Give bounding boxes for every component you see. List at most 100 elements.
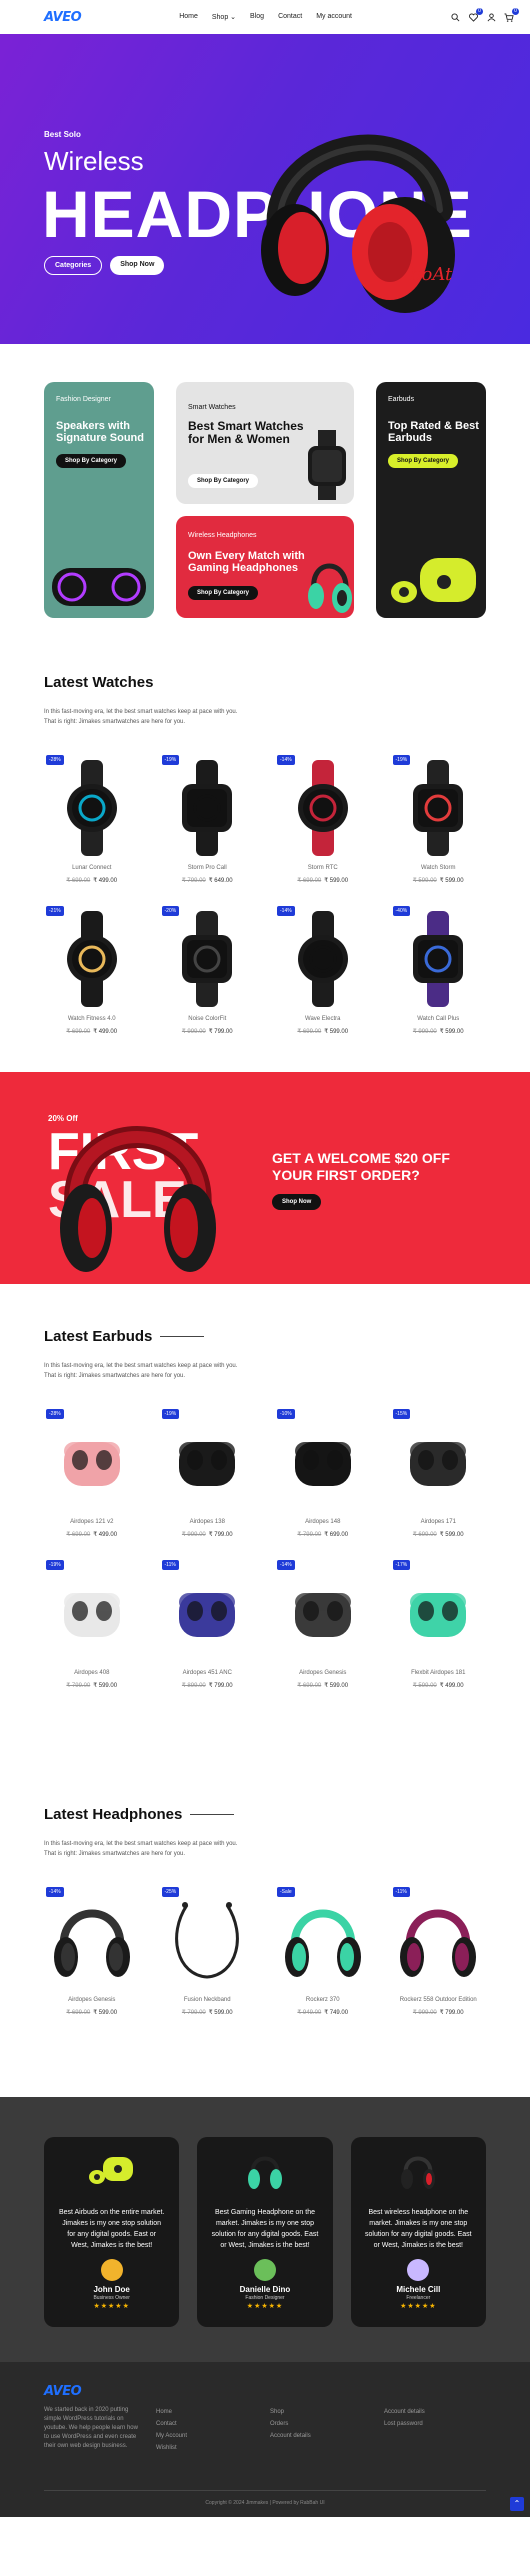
smartwatch-image xyxy=(308,430,346,500)
old-price: ₹ 799.00 xyxy=(66,1683,91,1689)
hero-shop-now-button[interactable]: Shop Now xyxy=(110,256,165,275)
product-image[interactable]: -25% xyxy=(160,1885,256,1995)
product-card[interactable]: -17% Flexbit Airdopes 181 ₹ 599.00 ₹ 499.… xyxy=(391,1558,487,1689)
product-card[interactable]: -14% Airdopes Genesis ₹ 699.00 ₹ 599.00 xyxy=(275,1558,371,1689)
wishlist-heart-icon[interactable]: 0 xyxy=(468,8,483,22)
product-name[interactable]: Airdopes 121 v2 xyxy=(44,1519,140,1525)
shop-by-category-button[interactable]: Shop By Category xyxy=(188,474,259,488)
product-name[interactable]: Storm RTC xyxy=(275,865,371,871)
product-card[interactable]: -19% Airdopes 138 ₹ 999.00 ₹ 799.00 xyxy=(160,1407,256,1538)
product-name[interactable]: Lunar Connect xyxy=(44,865,140,871)
product-name[interactable]: Watch Storm xyxy=(391,865,487,871)
product-image[interactable]: -11% xyxy=(160,1558,256,1668)
product-image[interactable]: -11% xyxy=(391,1885,487,1995)
product-image[interactable]: -19% xyxy=(160,1407,256,1517)
scroll-to-top-button[interactable]: ⌃ xyxy=(510,2497,524,2511)
footer-link[interactable]: Account details xyxy=(270,2430,311,2442)
product-card[interactable]: -14% Airdopes Genesis ₹ 699.00 ₹ 599.00 xyxy=(44,1885,140,2016)
product-card[interactable]: -40% Watch Call Plus ₹ 999.00 ₹ 599.00 xyxy=(391,904,487,1035)
product-card[interactable]: -11% Airdopes 451 ANC ₹ 899.00 ₹ 799.00 xyxy=(160,1558,256,1689)
categories-button[interactable]: Categories xyxy=(44,256,103,275)
footer-logo[interactable]: AVEO xyxy=(44,2384,82,2399)
user-icon[interactable] xyxy=(486,12,496,22)
footer-link[interactable]: Shop xyxy=(270,2406,311,2418)
product-card[interactable]: -14% Storm RTC ₹ 699.00 ₹ 599.00 xyxy=(275,753,371,884)
product-card[interactable]: -28% Airdopes 121 v2 ₹ 699.00 ₹ 499.00 xyxy=(44,1407,140,1538)
shop-by-category-button[interactable]: Shop By Category xyxy=(188,586,259,600)
product-name[interactable]: Rockerz 370 xyxy=(275,1997,371,2003)
footer-link[interactable]: My Account xyxy=(156,2430,187,2442)
product-card[interactable]: -10% Airdopes 148 ₹ 799.00 ₹ 699.00 xyxy=(275,1407,371,1538)
product-image[interactable]: -14% xyxy=(275,904,371,1014)
product-card[interactable]: -28% Lunar Connect ₹ 699.00 ₹ 499.00 xyxy=(44,753,140,884)
earbuds-image xyxy=(391,558,476,603)
product-image[interactable]: -17% xyxy=(391,1558,487,1668)
product-name[interactable]: Rockerz 558 Outdoor Edition xyxy=(391,1997,487,2003)
nav-blog[interactable]: Blog xyxy=(250,13,264,21)
product-name[interactable]: Fusion Neckband xyxy=(160,1997,256,2003)
product-card[interactable]: -11% Rockerz 558 Outdoor Edition ₹ 999.0… xyxy=(391,1885,487,2016)
footer-link[interactable]: Orders xyxy=(270,2418,311,2430)
product-image[interactable]: -14% xyxy=(44,1885,140,1995)
product-image[interactable]: -19% xyxy=(44,1558,140,1668)
nav-my-account[interactable]: My account xyxy=(316,13,352,21)
product-name[interactable]: Airdopes Genesis xyxy=(44,1997,140,2003)
category-cards: Fashion Designer Speakers with Signature… xyxy=(0,344,530,674)
product-name[interactable]: Airdopes 408 xyxy=(44,1670,140,1676)
product-name[interactable]: Watch Call Plus xyxy=(391,1016,487,1022)
product-card[interactable]: -21% Watch Fitness 4.0 ₹ 699.00 ₹ 499.00 xyxy=(44,904,140,1035)
footer-link[interactable]: Contact xyxy=(156,2418,187,2430)
product-card[interactable]: -20% Noise ColorFit ₹ 999.00 ₹ 799.00 xyxy=(160,904,256,1035)
product-card[interactable]: -25% Fusion Neckband ₹ 799.00 ₹ 599.00 xyxy=(160,1885,256,2016)
product-image[interactable]: -28% xyxy=(44,1407,140,1517)
product-card[interactable]: -19% Airdopes 408 ₹ 799.00 ₹ 599.00 xyxy=(44,1558,140,1689)
product-image[interactable]: -10% xyxy=(275,1407,371,1517)
product-card[interactable]: -15% Airdopes 171 ₹ 699.00 ₹ 599.00 xyxy=(391,1407,487,1538)
product-name[interactable]: Airdopes 171 xyxy=(391,1519,487,1525)
product-name[interactable]: Flexbit Airdopes 181 xyxy=(391,1670,487,1676)
product-image[interactable]: -20% xyxy=(160,904,256,1014)
product-name[interactable]: Airdopes 451 ANC xyxy=(160,1670,256,1676)
product-name[interactable]: Noise ColorFit xyxy=(160,1016,256,1022)
product-name[interactable]: Airdopes 138 xyxy=(160,1519,256,1525)
footer-link[interactable]: Wishlist xyxy=(156,2442,187,2454)
nav-shop[interactable]: Shop ⌄ xyxy=(212,13,236,21)
footer-link[interactable]: Home xyxy=(156,2406,187,2418)
product-name[interactable]: Airdopes Genesis xyxy=(275,1670,371,1676)
product-name[interactable]: Watch Fitness 4.0 xyxy=(44,1016,140,1022)
product-image[interactable]: -19% xyxy=(160,753,256,863)
site-logo[interactable]: AVEO xyxy=(44,10,82,25)
section-title: Latest Earbuds xyxy=(44,1328,486,1345)
shop-by-category-button[interactable]: Shop By Category xyxy=(388,454,459,468)
search-icon[interactable] xyxy=(450,12,460,22)
cart-icon[interactable]: 0 xyxy=(504,8,519,22)
product-image[interactable]: -19% xyxy=(391,753,487,863)
product-card[interactable]: -14% Wave Electra ₹ 699.00 ₹ 599.00 xyxy=(275,904,371,1035)
promo-shop-now-button[interactable]: Shop Now xyxy=(272,1194,322,1210)
category-title: Top Rated & Best Earbuds xyxy=(388,420,479,444)
nav-home[interactable]: Home xyxy=(179,13,198,21)
old-price: ₹ 699.00 xyxy=(66,878,91,884)
category-card-wireless-headphones[interactable]: Wireless Headphones Own Every Match with… xyxy=(176,516,354,618)
product-card[interactable]: -Sale Rockerz 370 ₹ 949.00 ₹ 749.00 xyxy=(275,1885,371,2016)
footer-link[interactable]: Account details xyxy=(384,2406,425,2418)
category-card-speakers[interactable]: Fashion Designer Speakers with Signature… xyxy=(44,382,154,618)
product-image[interactable]: -21% xyxy=(44,904,140,1014)
shop-by-category-button[interactable]: Shop By Category xyxy=(56,454,127,468)
product-image[interactable]: -Sale xyxy=(275,1885,371,1995)
category-card-smart-watches[interactable]: Smart Watches Best Smart Watches for Men… xyxy=(176,382,354,504)
product-name[interactable]: Airdopes 148 xyxy=(275,1519,371,1525)
product-image[interactable]: -14% xyxy=(275,753,371,863)
nav-contact[interactable]: Contact xyxy=(278,13,302,21)
star-rating: ★★★★★ xyxy=(246,2303,284,2310)
product-card[interactable]: -19% Storm Pro Call ₹ 799.00 ₹ 649.00 xyxy=(160,753,256,884)
product-image[interactable]: -40% xyxy=(391,904,487,1014)
footer-link[interactable]: Lost password xyxy=(384,2418,425,2430)
product-image[interactable]: -28% xyxy=(44,753,140,863)
product-image[interactable]: -14% xyxy=(275,1558,371,1668)
product-card[interactable]: -19% Watch Storm ₹ 599.00 ₹ 599.00 xyxy=(391,753,487,884)
product-name[interactable]: Storm Pro Call xyxy=(160,865,256,871)
product-image[interactable]: -15% xyxy=(391,1407,487,1517)
product-name[interactable]: Wave Electra xyxy=(275,1016,371,1022)
category-card-earbuds[interactable]: Earbuds Top Rated & Best Earbuds Shop By… xyxy=(376,382,486,618)
